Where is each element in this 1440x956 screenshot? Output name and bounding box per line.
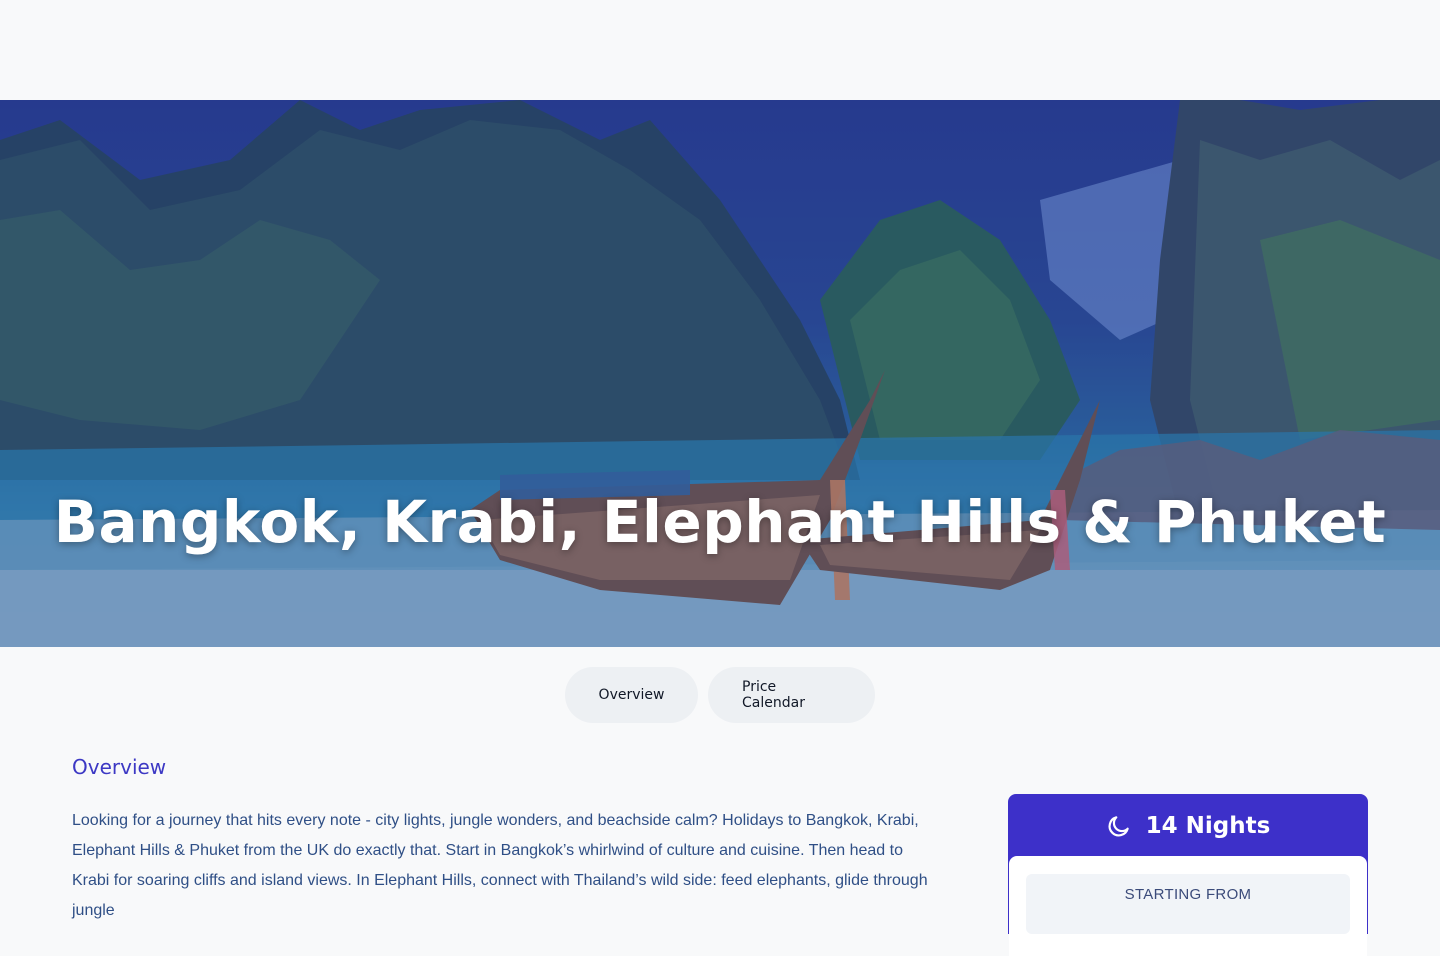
trip-summary-card: 14 Nights STARTING FROM bbox=[1008, 794, 1368, 956]
overview-heading: Overview bbox=[72, 755, 167, 779]
hero-title: Bangkok, Krabi, Elephant Hills & Phuket bbox=[53, 488, 1387, 556]
starting-from-label: STARTING FROM bbox=[1026, 874, 1350, 934]
top-navigation-bar bbox=[0, 0, 1440, 100]
card-header: 14 Nights bbox=[1008, 794, 1368, 858]
moon-icon bbox=[1108, 816, 1129, 837]
nights-count: 14 Nights bbox=[1145, 813, 1271, 839]
card-body: STARTING FROM bbox=[1009, 856, 1367, 956]
hero-image bbox=[0, 100, 1440, 647]
overview-description: Looking for a journey that hits every no… bbox=[72, 812, 928, 919]
hero-carousel[interactable]: Bangkok, Krabi, Elephant Hills & Phuket bbox=[0, 100, 1440, 647]
section-tabs: Overview Price Calendar bbox=[0, 667, 1440, 723]
tab-price-calendar[interactable]: Price Calendar bbox=[708, 667, 875, 723]
tab-overview[interactable]: Overview bbox=[565, 667, 698, 723]
